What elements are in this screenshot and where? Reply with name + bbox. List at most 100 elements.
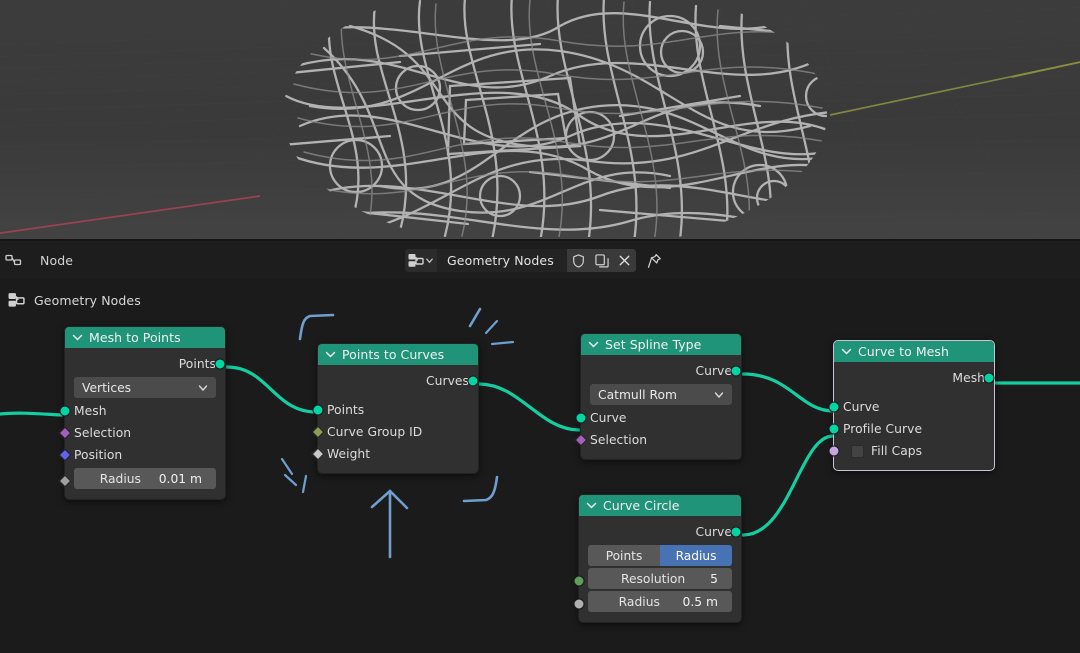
field-value: 0.5 m xyxy=(682,594,718,609)
resolution-field[interactable]: Resolution 5 xyxy=(588,568,732,589)
pin-button[interactable] xyxy=(642,249,667,272)
chevron-down-icon[interactable] xyxy=(72,333,83,342)
geometry-nodes-datablock-button[interactable] xyxy=(405,249,437,272)
socket-selection-input[interactable] xyxy=(574,433,588,447)
socket-curve-input[interactable] xyxy=(828,401,840,413)
socket-label: Selection xyxy=(590,433,648,447)
chevron-down-icon[interactable] xyxy=(841,347,852,356)
pin-icon xyxy=(647,253,661,268)
input-socket-row-profile-curve[interactable]: Profile Curve xyxy=(828,418,994,440)
node-header[interactable]: Set Spline Type xyxy=(581,334,741,355)
socket-curve-output[interactable] xyxy=(730,526,742,538)
node-editor-icon xyxy=(5,254,22,265)
chevron-down-icon[interactable] xyxy=(325,350,336,359)
socket-points-input[interactable] xyxy=(312,404,324,416)
output-socket-row[interactable]: Points xyxy=(65,353,226,375)
fake-user-shield-button[interactable] xyxy=(567,249,590,272)
socket-label: Fill Caps xyxy=(871,444,923,458)
breadcrumb: Geometry Nodes xyxy=(8,292,141,308)
dropdown-value: Vertices xyxy=(82,380,132,395)
menu-node[interactable]: Node xyxy=(34,251,79,270)
new-copy-button[interactable] xyxy=(590,249,613,272)
socket-points-output[interactable] xyxy=(214,358,226,370)
chevron-down-icon xyxy=(426,258,433,264)
socket-curve-group-id-input[interactable] xyxy=(311,425,325,439)
node-title: Set Spline Type xyxy=(605,337,702,352)
node-editor-canvas[interactable]: Geometry Nodes Mesh to Points Points Ver… xyxy=(0,279,1080,653)
socket-label: Curve xyxy=(695,364,732,378)
socket-label: Curve xyxy=(695,525,732,539)
node-header[interactable]: Points to Curves xyxy=(318,344,478,365)
link-incoming xyxy=(0,411,64,417)
socket-label: Points xyxy=(327,403,365,417)
input-socket-row-curve[interactable]: Curve xyxy=(575,407,741,429)
socket-selection-input[interactable] xyxy=(58,426,72,440)
input-socket-row-position[interactable]: Position xyxy=(58,444,225,466)
node-body: Mesh Curve Profile Curve Fill Caps xyxy=(828,362,995,470)
radius-field[interactable]: Radius 0.01 m xyxy=(74,468,216,489)
mesh-mode-dropdown[interactable]: Vertices xyxy=(74,377,216,398)
geometry-nodes-icon xyxy=(408,254,424,267)
socket-weight-input[interactable] xyxy=(311,447,325,461)
socket-radius-input[interactable] xyxy=(573,598,585,610)
socket-mesh-input[interactable] xyxy=(59,405,71,417)
socket-curves-output[interactable] xyxy=(467,375,479,387)
field-label: Radius xyxy=(99,471,141,486)
unlink-datablock-button[interactable] xyxy=(613,249,636,272)
socket-resolution-input[interactable] xyxy=(573,575,585,587)
socket-label: Curve xyxy=(590,411,627,425)
socket-position-input[interactable] xyxy=(58,448,72,462)
nodetree-name-field[interactable]: Geometry Nodes xyxy=(437,249,567,272)
socket-label: Points xyxy=(178,357,216,371)
input-socket-row-curve-group-id[interactable]: Curve Group ID xyxy=(311,421,478,443)
mode-segmented-control[interactable]: Points Radius xyxy=(588,545,732,566)
output-socket-row[interactable]: Curve xyxy=(581,360,742,382)
chevron-down-icon xyxy=(198,384,208,391)
node-curve-circle[interactable]: Curve Circle Curve Points Radius Resolut… xyxy=(573,494,742,623)
link-points-to-points xyxy=(225,365,318,414)
socket-profile-curve-input[interactable] xyxy=(828,423,840,435)
chevron-down-icon[interactable] xyxy=(588,340,599,349)
socket-radius-input[interactable] xyxy=(58,474,72,488)
radius-field[interactable]: Radius 0.5 m xyxy=(588,591,732,612)
node-body: Curve Points Radius Resolution 5 Radius … xyxy=(573,516,742,622)
node-set-spline-type[interactable]: Set Spline Type Curve Catmull Rom Curve … xyxy=(574,333,742,460)
link-curves-to-curve xyxy=(477,382,581,432)
node-mesh-to-points[interactable]: Mesh to Points Points Vertices Mesh Sele… xyxy=(58,326,226,500)
input-socket-row-mesh[interactable]: Mesh xyxy=(59,400,225,422)
input-socket-row-fill-caps[interactable]: Fill Caps xyxy=(828,440,994,462)
node-body: Points Vertices Mesh Selection Position … xyxy=(58,348,226,499)
spline-type-dropdown[interactable]: Catmull Rom xyxy=(590,384,732,405)
socket-fill-caps-input[interactable] xyxy=(828,445,840,457)
socket-curve-input[interactable] xyxy=(575,412,587,424)
link-curve-to-curve xyxy=(741,372,835,413)
nodetree-selector: Geometry Nodes xyxy=(405,249,667,272)
segment-radius[interactable]: Radius xyxy=(660,545,732,566)
input-socket-row-selection[interactable]: Selection xyxy=(58,422,225,444)
fill-caps-checkbox[interactable] xyxy=(851,444,864,458)
output-socket-row[interactable]: Mesh xyxy=(834,367,995,389)
editor-type-button[interactable] xyxy=(2,248,25,272)
socket-label: Profile Curve xyxy=(843,422,923,436)
output-socket-row[interactable]: Curves xyxy=(318,370,479,392)
output-socket-row[interactable]: Curve xyxy=(579,521,742,543)
3d-viewport[interactable] xyxy=(0,0,1080,241)
node-body: Curves Points Curve Group ID Weight xyxy=(311,365,479,473)
segment-points[interactable]: Points xyxy=(588,545,660,566)
input-socket-row-weight[interactable]: Weight xyxy=(311,443,478,465)
node-title: Points to Curves xyxy=(342,347,445,362)
input-socket-row-points[interactable]: Points xyxy=(312,399,478,421)
node-header[interactable]: Curve Circle xyxy=(579,495,741,516)
node-points-to-curves[interactable]: Points to Curves Curves Points Curve Gro… xyxy=(311,343,479,474)
node-title: Curve to Mesh xyxy=(858,344,949,359)
chevron-down-icon[interactable] xyxy=(586,501,597,510)
socket-curve-output[interactable] xyxy=(730,365,742,377)
node-header[interactable]: Curve to Mesh xyxy=(834,341,994,362)
socket-label: Curve xyxy=(843,400,880,414)
socket-mesh-output[interactable] xyxy=(983,372,995,384)
blender-window: Node Geometry Nodes Geometry Nodes Mesh … xyxy=(0,0,1080,653)
node-curve-to-mesh[interactable]: Curve to Mesh Mesh Curve Profile Curve F… xyxy=(828,340,995,471)
node-header[interactable]: Mesh to Points xyxy=(65,327,225,348)
input-socket-row-selection[interactable]: Selection xyxy=(574,429,741,451)
input-socket-row-curve[interactable]: Curve xyxy=(828,396,994,418)
